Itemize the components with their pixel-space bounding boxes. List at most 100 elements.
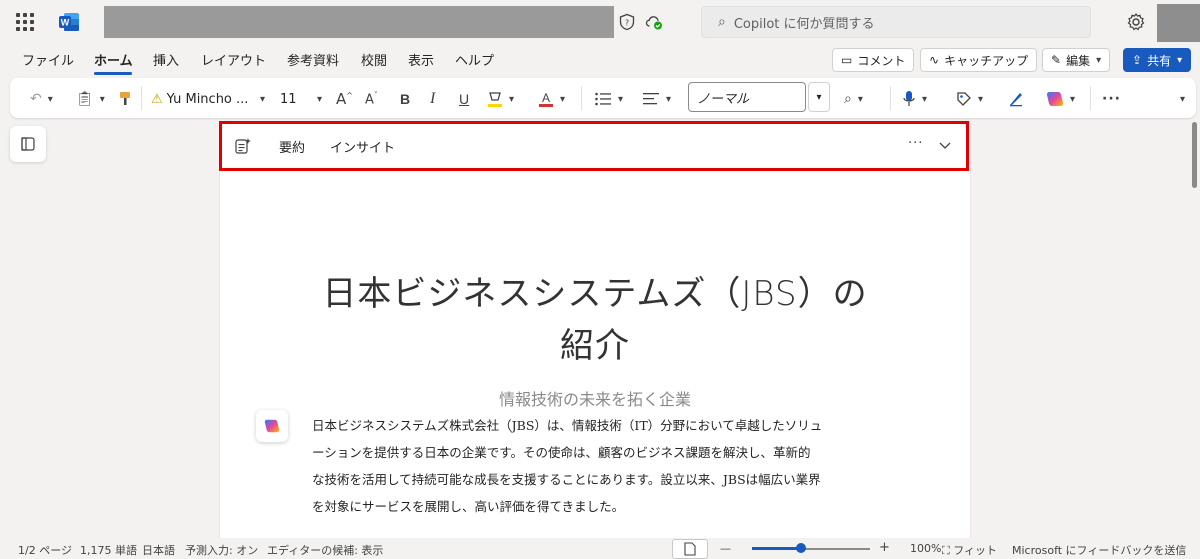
chevron-down-icon[interactable]	[938, 138, 952, 152]
predictive-text-status[interactable]: 予測入力: オン	[185, 542, 258, 558]
zoom-slider-fill	[752, 547, 801, 550]
scrollbar-thumb[interactable]	[1192, 122, 1197, 188]
font-size-select[interactable]: 11 ▾	[276, 86, 326, 112]
align-button[interactable]: ▾	[642, 88, 671, 110]
italic-button[interactable]: I	[430, 88, 435, 110]
tab-help[interactable]: ヘルプ	[455, 50, 494, 69]
bold-button[interactable]: B	[400, 88, 410, 110]
editor-suggestions-status[interactable]: エディターの候補: 表示	[267, 542, 383, 558]
app-launcher-icon[interactable]	[16, 13, 34, 31]
document-body-paragraph[interactable]: 日本ビジネスシステムズ株式会社（JBS）は、情報技術（IT）分野において卓越した…	[312, 412, 882, 520]
shrink-font-icon: Aˇ	[365, 90, 378, 108]
bullets-button[interactable]: ▾	[594, 88, 623, 110]
tab-insert[interactable]: 挿入	[153, 50, 179, 69]
vertical-scrollbar[interactable]	[1186, 122, 1200, 538]
more-options-icon: ···	[1102, 91, 1121, 107]
chevron-down-icon: ▾	[560, 93, 566, 105]
copilot-inline-button[interactable]	[256, 410, 288, 442]
summary-tab[interactable]: 要約	[279, 137, 305, 156]
fit-button[interactable]: ⛶ フィット	[942, 542, 997, 558]
editor-pen-icon	[1010, 93, 1022, 107]
editor-button[interactable]	[1008, 88, 1024, 110]
divider	[1090, 86, 1091, 110]
svg-text:A: A	[542, 91, 550, 105]
italic-icon: I	[430, 90, 436, 107]
find-button[interactable]: ⌕ ▾	[844, 88, 863, 110]
style-gallery-button[interactable]: ▾	[808, 82, 830, 112]
body-line: ーションを提供する日本の企業です。その使命は、顧客のビジネス課題を解決し、革新的	[312, 445, 811, 460]
zoom-slider-thumb[interactable]	[795, 543, 806, 553]
tab-home[interactable]: ホーム	[94, 50, 133, 69]
underline-icon: U	[459, 91, 470, 107]
svg-text:?: ?	[625, 19, 629, 28]
chevron-down-icon: ▾	[666, 93, 672, 105]
title-bar: W ? ⌕ Copilot に何か質問する	[0, 0, 1200, 44]
undo-button[interactable]: ↶ ▾	[30, 88, 53, 110]
more-options-button[interactable]: ···	[908, 136, 923, 151]
font-name-value: Yu Mincho ...	[166, 91, 249, 107]
grow-font-button[interactable]: A^	[336, 88, 353, 110]
edit-mode-button[interactable]: ✎ 編集 ▾	[1042, 48, 1111, 72]
font-color-icon: A	[539, 91, 553, 107]
body-line: 日本ビジネスシステムズ株式会社（JBS）は、情報技術（IT）分野において卓越した…	[312, 418, 823, 433]
more-options-button[interactable]: ···	[1102, 88, 1121, 110]
dictate-button[interactable]: ▾	[902, 88, 927, 110]
page-count[interactable]: 1/2 ページ	[18, 542, 72, 558]
print-layout-view-button[interactable]	[672, 539, 708, 559]
tab-view[interactable]: 表示	[408, 50, 434, 69]
body-line: を対象にサービスを展開し、高い評価を得てきました。	[312, 499, 625, 514]
word-count[interactable]: 1,175 単語	[80, 542, 137, 558]
highlight-button[interactable]: ▾	[487, 88, 514, 110]
navigation-pane-button[interactable]	[10, 126, 46, 162]
chevron-down-icon: ▾	[618, 93, 624, 105]
ribbon-collapse-button[interactable]: ▾	[1174, 88, 1185, 110]
microphone-icon	[903, 91, 915, 106]
share-label: 共有	[1147, 53, 1172, 68]
avatar[interactable]	[1157, 4, 1200, 42]
sensitivity-icon[interactable]: ?	[618, 13, 636, 31]
zoom-level[interactable]: 100%	[910, 542, 941, 555]
shrink-font-button[interactable]: Aˇ	[365, 88, 378, 110]
copilot-search-input[interactable]: ⌕ Copilot に何か質問する	[701, 6, 1091, 38]
comment-button[interactable]: ▭ コメント	[832, 48, 915, 72]
tab-file[interactable]: ファイル	[22, 50, 74, 69]
tab-references[interactable]: 参考資料	[287, 50, 339, 69]
zoom-out-button[interactable]: —	[720, 542, 731, 555]
heading-line-1: 日本ビジネスシステムズ（JBS）の	[322, 274, 868, 314]
edit-label: 編集	[1066, 53, 1091, 68]
document-heading: 日本ビジネスシステムズ（JBS）の 紹介	[240, 268, 950, 372]
insights-tab[interactable]: インサイト	[330, 137, 395, 156]
format-painter-button[interactable]	[118, 88, 132, 110]
pencil-icon: ✎	[1051, 53, 1062, 67]
underline-button[interactable]: U	[459, 88, 469, 110]
tab-layout[interactable]: レイアウト	[201, 50, 266, 69]
heading-line-2: 紹介	[560, 326, 630, 366]
chevron-down-icon: ▾	[816, 91, 822, 103]
font-color-button[interactable]: A ▾	[538, 88, 565, 110]
undo-icon: ↶	[30, 91, 42, 107]
gear-icon[interactable]	[1125, 11, 1147, 33]
style-select[interactable]: ノーマル	[688, 82, 806, 112]
font-name-select[interactable]: ⚠ Yu Mincho ... ▾	[147, 86, 269, 112]
cloud-saved-icon[interactable]	[645, 13, 663, 31]
bold-icon: B	[400, 91, 411, 107]
page-icon	[684, 542, 696, 556]
language-indicator[interactable]: 日本語	[142, 542, 175, 558]
warning-icon: ⚠	[151, 91, 163, 107]
ribbon-toolbar: ↶ ▾ 📋︎ ▾ ⚠ Yu Mincho ... ▾ 11 ▾ A^ Aˇ B I …	[10, 78, 1196, 118]
zoom-in-button[interactable]: +	[879, 540, 890, 555]
tab-review[interactable]: 校閲	[361, 50, 387, 69]
chevron-down-icon: ▾	[316, 93, 322, 105]
copilot-icon	[1046, 92, 1064, 106]
panel-left-icon	[21, 137, 35, 151]
document-title-redacted[interactable]	[104, 6, 614, 38]
divider	[581, 86, 582, 110]
catchup-button[interactable]: ∿ キャッチアップ	[920, 48, 1038, 72]
copilot-button[interactable]: ▾	[1046, 88, 1075, 110]
feedback-link[interactable]: Microsoft にフィードバックを送信	[1012, 542, 1186, 558]
fit-icon: ⛶	[942, 544, 950, 557]
sensitivity-button[interactable]: ▾	[956, 88, 983, 110]
svg-text:W: W	[61, 18, 70, 28]
paste-button[interactable]: 📋︎ ▾	[76, 88, 105, 110]
share-button[interactable]: ⇪ 共有 ▾	[1123, 48, 1192, 72]
